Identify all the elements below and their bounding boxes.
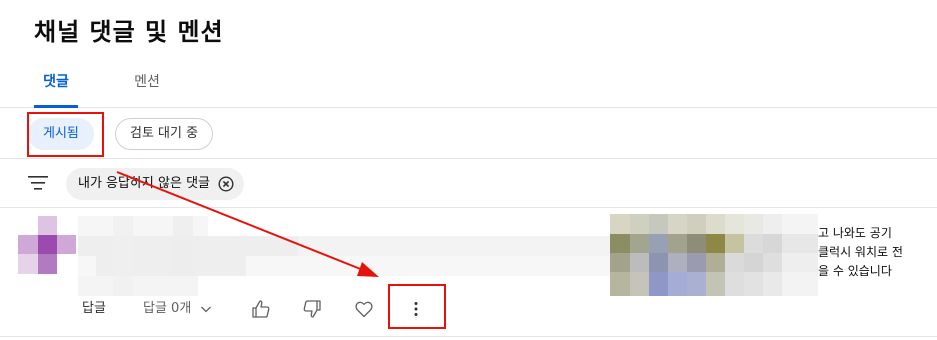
page-title: 채널 댓글 및 멘션 [34, 18, 224, 46]
thumb-down-icon[interactable] [301, 298, 323, 320]
annotation-box-more-button [388, 284, 446, 329]
filter-chip-unanswered[interactable]: 내가 응답하지 않은 댓글 [66, 168, 244, 200]
video-description: 고 나와도 공기 클럭시 워치로 전 을 수 있습니다 [818, 224, 934, 281]
filter-chip-label: 내가 응답하지 않은 댓글 [78, 176, 210, 191]
tab-bar: 댓글 멘션 [0, 62, 937, 108]
reply-button[interactable]: 답글 [82, 297, 106, 321]
thumb-up-icon[interactable] [250, 298, 272, 320]
video-description-line: 을 수 있습니다 [818, 264, 892, 278]
chip-pending-review[interactable]: 검토 대기 중 [115, 118, 214, 150]
video-description-line: 고 나와도 공기 [818, 226, 892, 240]
video-description-line: 클럭시 워치로 전 [818, 245, 903, 259]
divider [0, 207, 937, 208]
divider [0, 158, 937, 159]
video-thumbnail[interactable] [610, 214, 818, 296]
annotation-box-published [27, 112, 104, 157]
tab-mentions[interactable]: 멘션 [126, 62, 168, 107]
tab-comments[interactable]: 댓글 [34, 62, 78, 108]
chevron-down-icon [201, 306, 212, 313]
filter-icon[interactable] [28, 175, 48, 191]
avatar[interactable] [18, 216, 76, 274]
divider [0, 336, 937, 337]
comment-text-blurred [78, 216, 610, 296]
replies-toggle[interactable]: 답글 0개 [143, 297, 213, 321]
replies-count-label: 답글 0개 [143, 301, 192, 316]
close-circle-icon[interactable] [218, 176, 234, 192]
heart-icon[interactable] [353, 298, 375, 320]
